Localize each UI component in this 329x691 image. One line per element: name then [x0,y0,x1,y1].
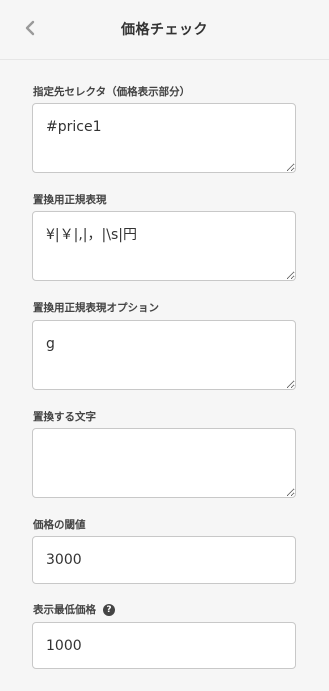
min-price-input[interactable] [32,622,296,669]
regex-label: 置換用正規表現 [33,194,107,206]
replace-text-textarea[interactable] [32,428,296,498]
min-price-label-row: 表示最低価格 ? [33,602,115,617]
page-title: 価格チェック [121,22,208,38]
selector-textarea[interactable]: #price1 [32,103,296,173]
threshold-label: 価格の閾値 [33,519,86,531]
threshold-input[interactable] [32,536,296,584]
regex-textarea[interactable]: ¥|￥|,|，|\s|円 [32,211,296,281]
min-price-label: 表示最低価格 [33,604,96,616]
regex-options-textarea[interactable]: g [32,320,296,390]
regex-options-label: 置換用正規表現オプション [33,302,159,314]
replace-text-label: 置換する文字 [33,411,96,423]
question-circle-icon[interactable]: ? [103,603,115,616]
selector-label: 指定先セレクタ（価格表示部分） [33,86,191,98]
header-bar: 価格チェック [0,0,329,60]
